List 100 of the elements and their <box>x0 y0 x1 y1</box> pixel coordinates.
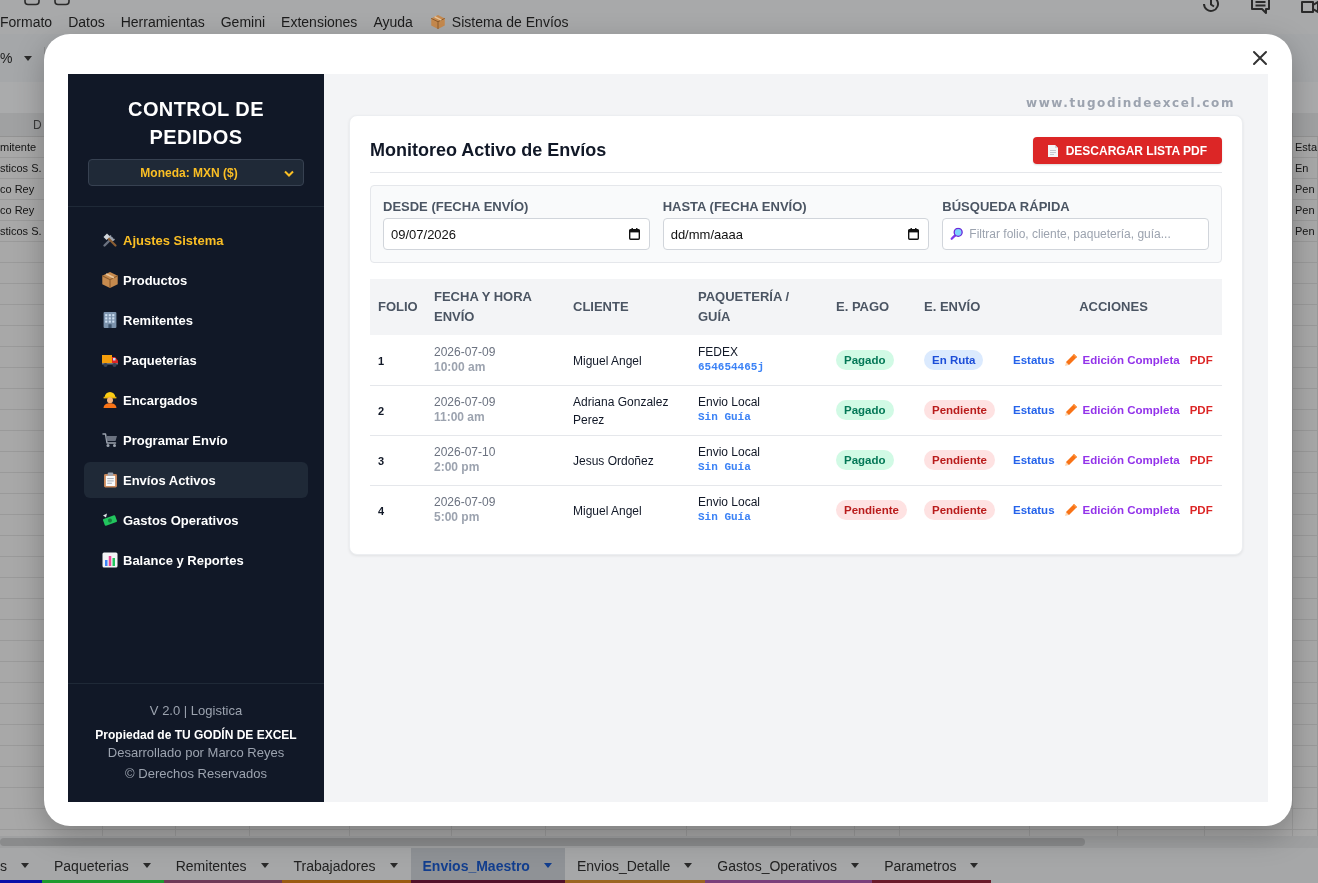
nav-item[interactable]: Paqueterías <box>84 342 308 378</box>
rights-text: © Derechos Reservados <box>125 765 267 783</box>
calendar-icon[interactable] <box>628 228 640 240</box>
nav-item[interactable]: Ajustes Sistema <box>84 222 308 258</box>
menu-item[interactable]: Herramientas <box>120 13 205 31</box>
building-icon <box>103 312 117 328</box>
date-field[interactable]: 09/07/2026 <box>383 218 650 250</box>
menu-item[interactable]: Extensiones <box>281 13 358 31</box>
pdf-link[interactable]: PDF <box>1189 353 1213 366</box>
nav-item[interactable]: Envíos Activos <box>84 462 308 498</box>
scrollbar-thumb[interactable] <box>0 838 1085 846</box>
edit-link[interactable]: Edición Completa <box>1064 454 1180 466</box>
sheet-tab[interactable]: Remitentes <box>163 848 282 883</box>
shipping-status: Pendiente <box>924 500 995 521</box>
column-header: FOLIO <box>378 299 418 314</box>
close-icon <box>1252 50 1268 66</box>
zoom-text: % <box>0 49 13 67</box>
ship-date: 2026-07-09 <box>434 495 496 511</box>
sheet-cell: sticos S. <box>0 161 42 176</box>
ship-time: 10:00 am <box>434 359 486 375</box>
payment-status: Pendiente <box>836 500 907 521</box>
sheet-tab[interactable]: Paqueterias <box>42 848 164 883</box>
edit-link[interactable]: Edición Completa <box>1064 504 1180 517</box>
menu-item[interactable]: Ayuda <box>373 13 413 31</box>
search-icon <box>950 227 964 241</box>
card-title: Monitoreo Activo de Envíos <box>370 140 607 161</box>
truck-icon <box>102 353 118 367</box>
sheet-cell: Esta <box>1295 140 1317 155</box>
tracking-code: 654654465j <box>698 359 764 375</box>
tools-icon <box>102 232 118 248</box>
client-name: Miguel Angel <box>573 504 642 519</box>
menu-item[interactable]: Formato <box>0 13 53 31</box>
edit-link[interactable]: Edición Completa <box>1064 353 1180 366</box>
pencil-icon <box>1064 504 1077 517</box>
nav-item[interactable]: Balance y Reportes <box>84 542 308 578</box>
status-link[interactable]: Estatus <box>1013 353 1055 366</box>
column-header: CLIENTE <box>573 299 629 314</box>
status-link[interactable]: Estatus <box>1013 454 1055 466</box>
sheet-tab[interactable]: s <box>0 848 42 883</box>
sheet-cell: Pen <box>1295 224 1315 239</box>
toolbar-icon[interactable] <box>54 0 70 6</box>
developer-text: Desarrollado por Marco Reyes <box>107 744 285 762</box>
carrier-name: FEDEX <box>698 344 738 360</box>
search-field[interactable]: Filtrar folio, cliente, paquetería, guía... <box>942 218 1209 250</box>
sheet-cell: co Rey <box>0 182 35 197</box>
chevron-down-icon <box>284 170 294 177</box>
currency-select[interactable]: Moneda: MXN ($) <box>88 159 304 186</box>
sheet-tab[interactable]: Parametros <box>872 848 992 883</box>
close-button[interactable] <box>1252 50 1268 66</box>
carrier-name: Envio Local <box>698 495 761 511</box>
column-header: D <box>33 117 42 132</box>
nav-item[interactable]: Productos <box>84 262 308 298</box>
sheet-tab[interactable]: Gastos_Operativos <box>705 848 873 883</box>
menu-item[interactable]: Gemini <box>220 13 266 31</box>
menu-item[interactable]: Datos <box>68 13 105 31</box>
pencil-icon <box>1064 454 1077 466</box>
package-icon <box>430 15 445 29</box>
pdf-link[interactable]: PDF <box>1189 454 1213 466</box>
toolbar-icon[interactable] <box>24 0 40 6</box>
nav-item[interactable]: Remitentes <box>84 302 308 338</box>
filter-label: HASTA (FECHA ENVÍO) <box>662 198 808 216</box>
shipping-status: Pendiente <box>924 450 995 470</box>
caret-icon <box>389 863 398 868</box>
sheet-tab[interactable]: Trabajadores <box>281 848 411 883</box>
caret-icon <box>543 863 552 868</box>
pdf-link[interactable]: PDF <box>1189 404 1213 416</box>
caret-icon <box>260 863 269 868</box>
sheet-tab[interactable]: Envios_Detalle <box>564 848 706 883</box>
caret-icon <box>684 863 693 868</box>
menu-item[interactable]: Sistema de Envíos <box>430 13 569 31</box>
date-field[interactable]: dd/mm/aaaa <box>662 218 930 250</box>
nav-item[interactable]: Encargados <box>84 382 308 418</box>
sheet-cell: Pen <box>1295 203 1315 218</box>
ship-date: 2026-07-09 <box>434 344 496 360</box>
client-name: Miguel Angel <box>573 353 642 368</box>
column-header: FECHA Y HORA ENVÍO <box>434 289 532 324</box>
bar-chart-icon <box>102 552 118 568</box>
nav-item[interactable]: Programar Envío <box>84 422 308 458</box>
column-header: E. PAGO <box>836 299 890 314</box>
version-text: V 2.0 | Logistica <box>149 702 243 720</box>
client-name: Jesus Ordoñez <box>573 454 654 468</box>
status-link[interactable]: Estatus <box>1013 404 1055 416</box>
video-icon[interactable] <box>1300 0 1318 14</box>
payment-status: Pagado <box>836 400 894 420</box>
pencil-icon <box>1064 353 1077 366</box>
sheet-cell: co Rey <box>0 203 35 218</box>
filter-label: DESDE (FECHA ENVÍO) <box>383 198 530 216</box>
caret-icon <box>970 863 979 868</box>
download-pdf-button[interactable]: DESCARGAR LISTA PDF <box>1032 137 1222 164</box>
nav-item[interactable]: Gastos Operativos <box>84 502 308 538</box>
sheet-cell: En <box>1295 161 1309 176</box>
edit-link[interactable]: Edición Completa <box>1064 404 1180 416</box>
status-link[interactable]: Estatus <box>1013 504 1055 517</box>
calendar-icon[interactable] <box>908 228 920 240</box>
comment-icon[interactable] <box>1250 0 1271 14</box>
worker-icon <box>103 392 117 408</box>
sheet-cell: sticos S. <box>0 224 42 239</box>
folio-text: 1 <box>378 354 385 367</box>
pdf-link[interactable]: PDF <box>1189 504 1213 517</box>
history-icon[interactable] <box>1201 0 1221 13</box>
